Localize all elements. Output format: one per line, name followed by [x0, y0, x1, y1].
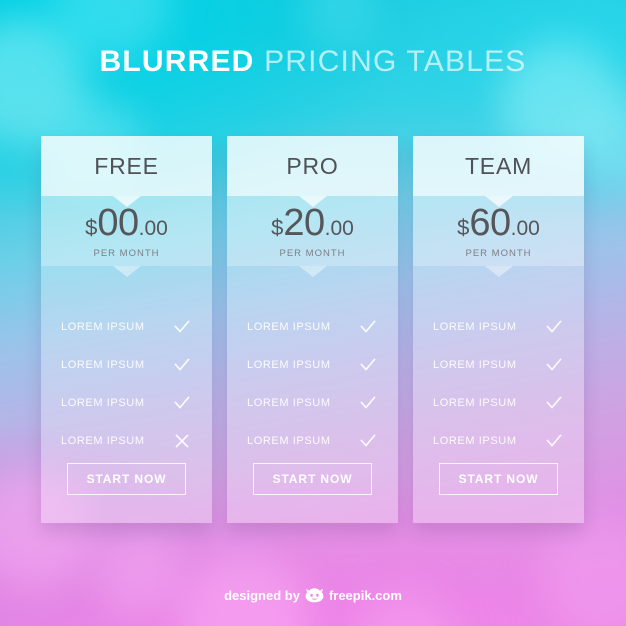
price-line: $ 60 .00	[457, 204, 540, 242]
start-now-button[interactable]: START NOW	[438, 463, 559, 495]
page-title-strong: BLURRED	[99, 45, 255, 78]
card-header: PRO	[227, 136, 398, 207]
check-icon	[358, 317, 378, 337]
footer-brand: freepik.com	[328, 588, 402, 603]
feature-row: LOREM IPSUM	[433, 422, 564, 460]
cta-container: START NOW	[227, 463, 398, 495]
price-decimals: .00	[138, 216, 168, 240]
feature-row: LOREM IPSUM	[433, 384, 564, 422]
feature-label: LOREM IPSUM	[247, 397, 331, 409]
feature-row: LOREM IPSUM	[247, 422, 378, 460]
check-icon	[544, 317, 564, 337]
check-icon	[544, 393, 564, 413]
price-line: $ 20 .00	[271, 204, 354, 242]
feature-label: LOREM IPSUM	[433, 321, 517, 333]
feature-label: LOREM IPSUM	[433, 359, 517, 371]
page-title-light: PRICING TABLES	[264, 45, 527, 78]
check-icon	[172, 393, 192, 413]
feature-label: LOREM IPSUM	[433, 397, 517, 409]
start-now-button[interactable]: START NOW	[252, 463, 373, 495]
price-decimals: .00	[324, 216, 354, 240]
feature-row: LOREM IPSUM	[61, 384, 192, 422]
check-icon	[172, 317, 192, 337]
price-amount: 60	[469, 201, 511, 244]
feature-label: LOREM IPSUM	[61, 321, 145, 333]
pricing-card-free[interactable]: FREE $ 00 .00 PER MONTH LOREM IPSUM LORE…	[41, 136, 212, 523]
card-header: FREE	[41, 136, 212, 207]
feature-row: LOREM IPSUM	[247, 308, 378, 346]
cta-container: START NOW	[41, 463, 212, 495]
plan-name: TEAM	[464, 152, 533, 179]
plan-name: PRO	[286, 152, 339, 179]
feature-row: LOREM IPSUM	[61, 346, 192, 384]
page-content: BLURRED PRICING TABLES FREE $ 00 .00 PER…	[0, 0, 626, 626]
price-period: PER MONTH	[93, 247, 160, 259]
price-currency: $	[457, 214, 470, 240]
price-decimals: .00	[510, 216, 540, 240]
feature-label: LOREM IPSUM	[61, 359, 145, 371]
feature-row: LOREM IPSUM	[61, 308, 192, 346]
freepik-logo-icon	[305, 588, 324, 603]
check-icon	[358, 431, 378, 451]
footer-prefix: designed by	[224, 588, 300, 603]
check-icon	[544, 431, 564, 451]
start-now-button[interactable]: START NOW	[66, 463, 187, 495]
feature-label: LOREM IPSUM	[247, 321, 331, 333]
feature-label: LOREM IPSUM	[247, 435, 331, 447]
page-title: BLURRED PRICING TABLES	[0, 44, 626, 80]
card-price-block: $ 60 .00 PER MONTH	[413, 196, 584, 277]
card-header: TEAM	[413, 136, 584, 207]
check-icon	[172, 355, 192, 375]
price-currency: $	[271, 214, 284, 240]
cross-icon	[172, 431, 192, 451]
cta-container: START NOW	[413, 463, 584, 495]
price-currency: $	[85, 214, 98, 240]
price-amount: 00	[97, 201, 139, 244]
card-price-block: $ 00 .00 PER MONTH	[41, 196, 212, 277]
card-price-block: $ 20 .00 PER MONTH	[227, 196, 398, 277]
feature-row: LOREM IPSUM	[247, 384, 378, 422]
check-icon	[358, 355, 378, 375]
pricing-card-team[interactable]: TEAM $ 60 .00 PER MONTH LOREM IPSUM LORE…	[413, 136, 584, 523]
price-period: PER MONTH	[279, 247, 346, 259]
price-amount: 20	[283, 201, 325, 244]
price-line: $ 00 .00	[85, 204, 168, 242]
price-period: PER MONTH	[465, 247, 532, 259]
feature-row: LOREM IPSUM	[433, 308, 564, 346]
plan-name: FREE	[94, 152, 159, 179]
check-icon	[358, 393, 378, 413]
footer-credit: designed by freepik.com	[0, 588, 626, 603]
feature-row: LOREM IPSUM	[247, 346, 378, 384]
feature-label: LOREM IPSUM	[61, 435, 145, 447]
feature-label: LOREM IPSUM	[433, 435, 517, 447]
pricing-table-list: FREE $ 00 .00 PER MONTH LOREM IPSUM LORE…	[41, 136, 585, 523]
check-icon	[544, 355, 564, 375]
feature-label: LOREM IPSUM	[61, 397, 145, 409]
feature-label: LOREM IPSUM	[247, 359, 331, 371]
feature-row: LOREM IPSUM	[433, 346, 564, 384]
pricing-card-pro[interactable]: PRO $ 20 .00 PER MONTH LOREM IPSUM LOREM…	[227, 136, 398, 523]
feature-row: LOREM IPSUM	[61, 422, 192, 460]
